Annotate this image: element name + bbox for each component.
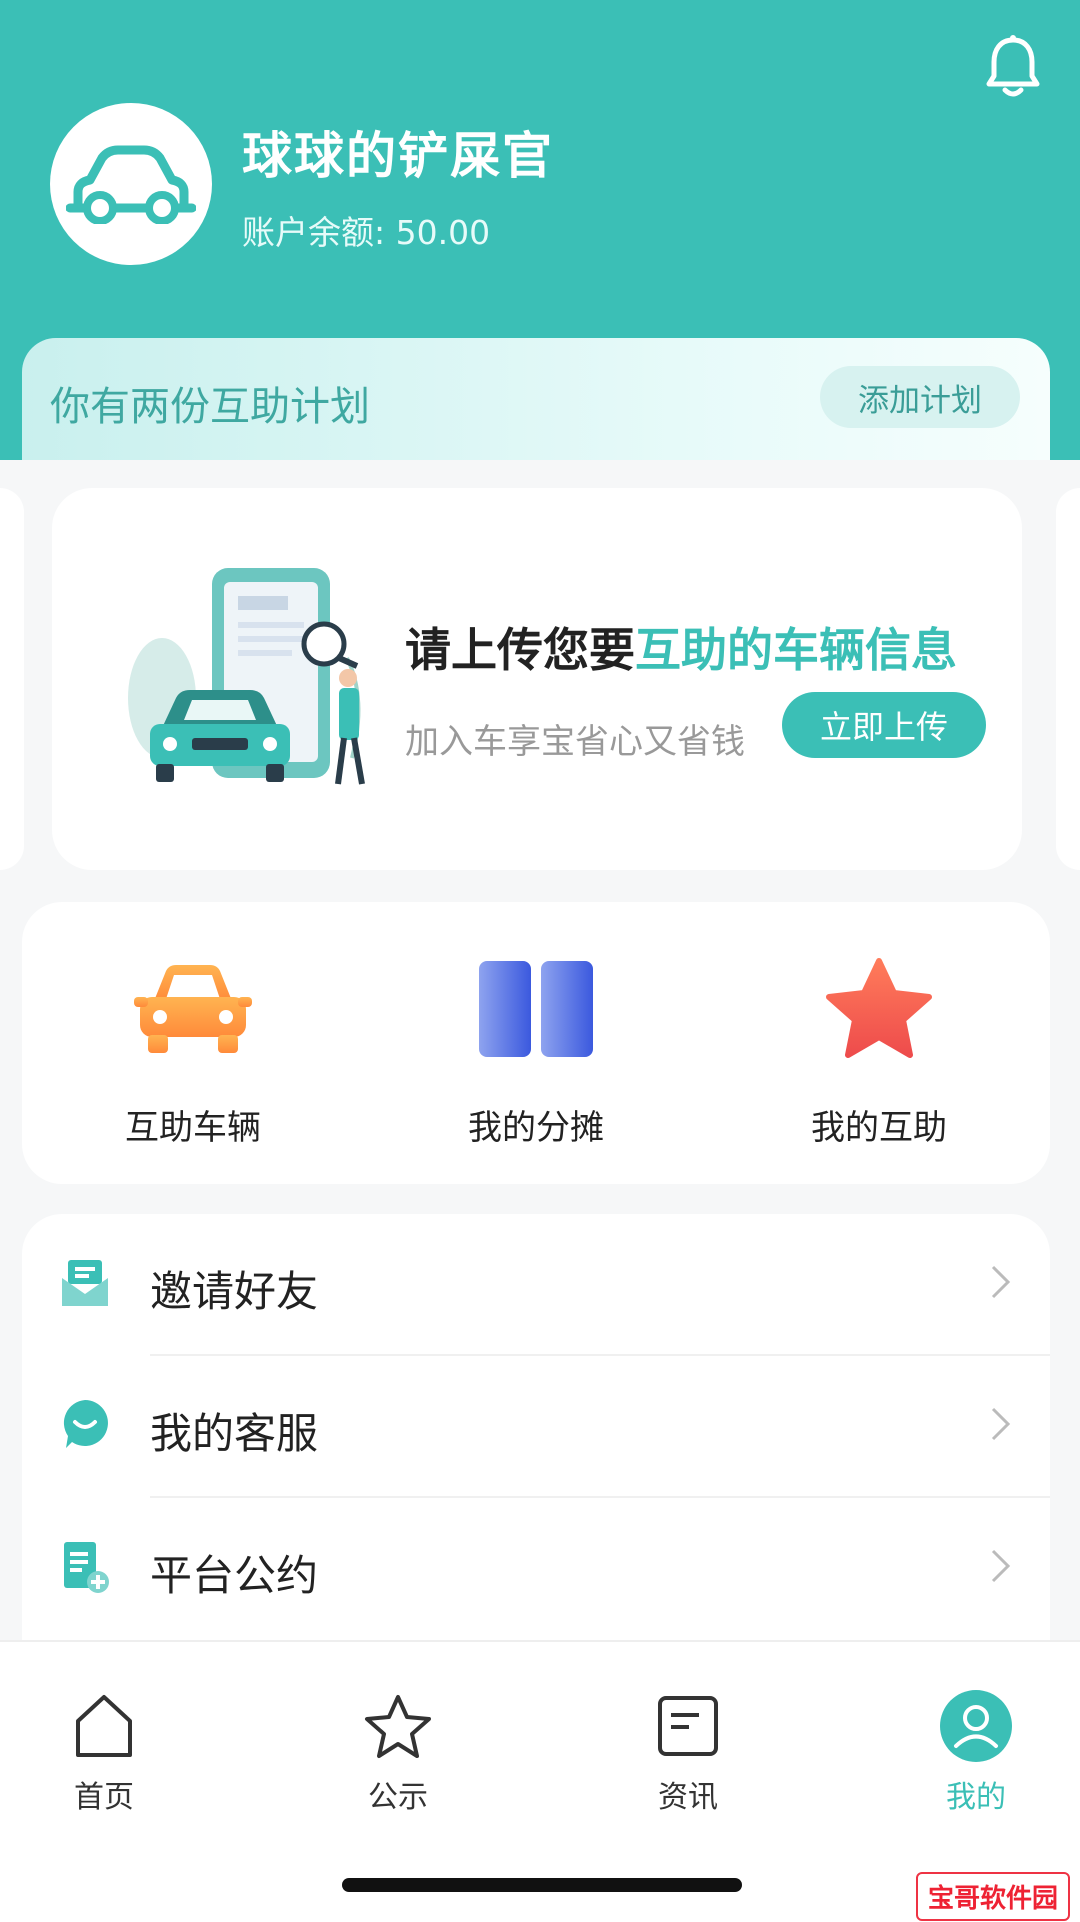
chat-bubble-icon <box>63 1400 108 1448</box>
chevron-right-icon <box>991 1549 1011 1583</box>
bell-icon[interactable] <box>984 34 1042 102</box>
settings-menu: 邀请好友 我的客服 平台公约 <box>22 1214 1050 1644</box>
add-plan-button[interactable]: 添加计划 <box>820 366 1020 428</box>
document-add-icon <box>64 1542 109 1593</box>
news-icon <box>658 1696 718 1756</box>
tab-label: 首页 <box>74 1780 134 1815</box>
blue-split-icon <box>479 961 593 1057</box>
star-outline-icon <box>365 1695 431 1758</box>
quick-actions-panel: 互助车辆 我的分摊 我的互助 <box>22 902 1050 1184</box>
account-balance: 账户余额: 50.00 <box>242 213 491 252</box>
plan-banner: 你有两份互助计划 添加计划 <box>22 338 1050 460</box>
menu-item-label: 平台公约 <box>150 1551 319 1600</box>
user-icon <box>940 1690 1012 1762</box>
quick-action-my-share[interactable]: 我的分摊 <box>406 954 666 1149</box>
menu-item-label: 我的客服 <box>150 1409 319 1458</box>
vehicle-upload-illustration <box>128 568 365 785</box>
upload-title-prefix: 请上传您要 <box>405 623 635 677</box>
avatar[interactable] <box>50 103 212 265</box>
quick-action-label: 互助车辆 <box>125 1108 261 1148</box>
envelope-icon <box>62 1260 108 1306</box>
car-logo-icon <box>66 145 196 224</box>
tab-label: 公示 <box>368 1780 428 1815</box>
chevron-right-icon <box>991 1407 1011 1441</box>
quick-action-mutual-vehicles[interactable]: 互助车辆 <box>63 954 323 1149</box>
upload-card-title: 请上传您要互助的车辆信息 <box>405 614 957 680</box>
tab-label: 我的 <box>946 1780 1006 1815</box>
quick-action-my-mutual-aid[interactable]: 我的互助 <box>749 954 1009 1149</box>
upload-vehicle-card[interactable]: 请上传您要互助的车辆信息 加入车享宝省心又省钱 立即上传 <box>52 488 1022 870</box>
tab-mine[interactable]: 我的 <box>896 1686 1056 1816</box>
red-star-icon <box>826 958 932 1058</box>
menu-item-invite-friends[interactable]: 邀请好友 <box>22 1214 1050 1352</box>
upload-now-button[interactable]: 立即上传 <box>782 692 986 758</box>
menu-item-platform-convention[interactable]: 平台公约 <box>22 1498 1050 1636</box>
carousel-next-card[interactable] <box>1056 488 1080 870</box>
orange-car-icon <box>134 965 252 1053</box>
chevron-right-icon <box>991 1265 1011 1299</box>
tab-label: 资讯 <box>658 1780 718 1815</box>
plan-count-text: 你有两份互助计划 <box>50 384 370 430</box>
tab-home[interactable]: 首页 <box>24 1686 184 1816</box>
tab-announcement[interactable]: 公示 <box>318 1686 478 1816</box>
menu-item-customer-service[interactable]: 我的客服 <box>22 1356 1050 1494</box>
watermark-text: 宝哥软件园 <box>915 1872 1070 1921</box>
username: 球球的铲屎官 <box>242 127 554 185</box>
quick-action-label: 我的分摊 <box>468 1108 604 1148</box>
upload-card-subtitle: 加入车享宝省心又省钱 <box>405 722 745 762</box>
carousel-prev-card[interactable] <box>0 488 24 870</box>
quick-action-label: 我的互助 <box>811 1108 947 1148</box>
menu-item-label: 邀请好友 <box>150 1267 319 1316</box>
home-indicator[interactable] <box>342 1878 742 1892</box>
home-icon <box>76 1695 132 1757</box>
tab-news[interactable]: 资讯 <box>608 1686 768 1816</box>
upload-title-highlight: 互助的车辆信息 <box>635 623 957 677</box>
